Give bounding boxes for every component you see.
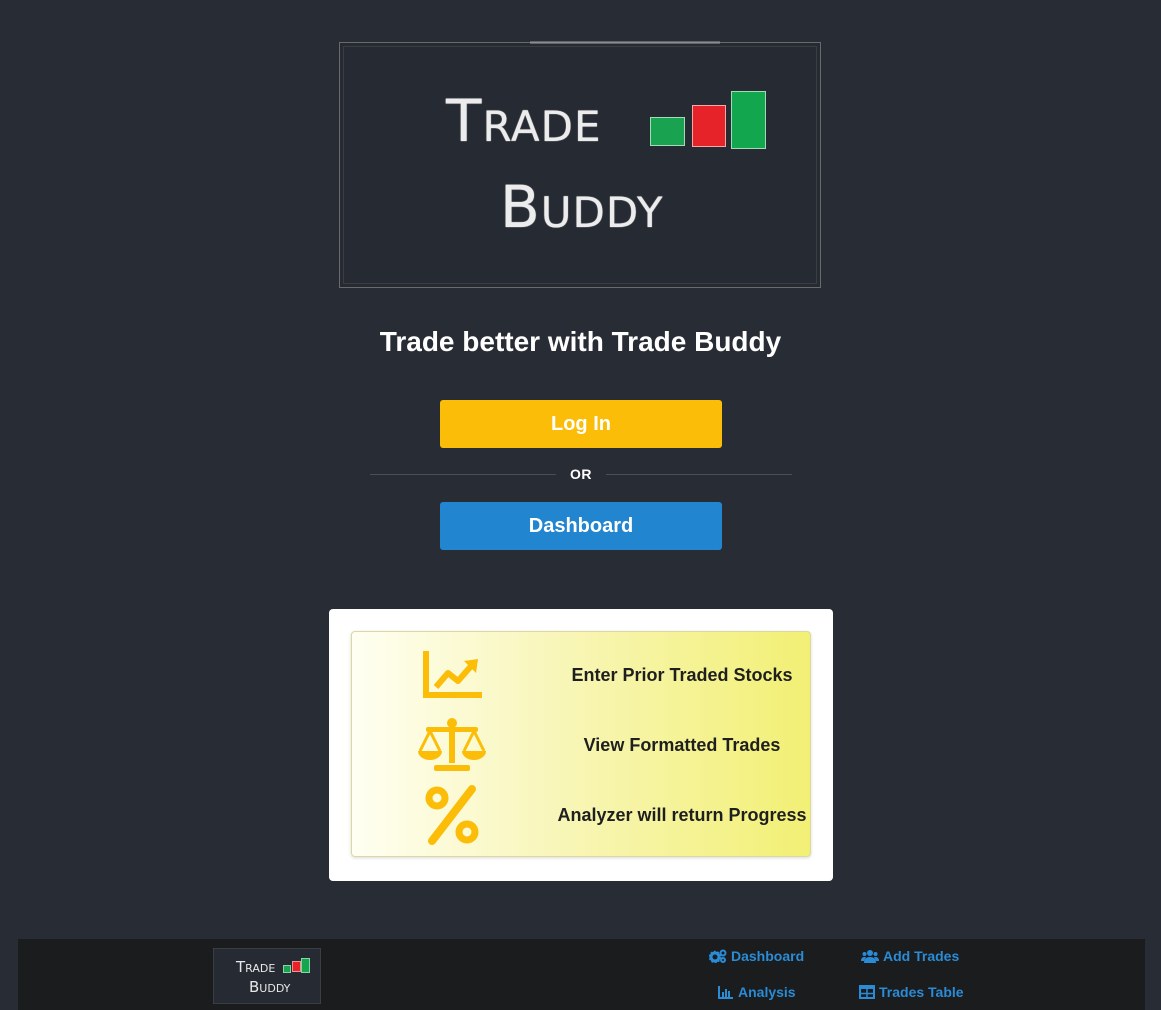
logo-word-trade: TRADE [446,87,602,155]
divider-line-right [606,474,792,475]
logo-word-buddy: BUDDY [500,173,664,241]
hero-tagline: Trade better with Trade Buddy [379,326,782,357]
footer-link-trades-table[interactable]: Trades Table [859,984,964,1000]
footer-link-label: Dashboard [731,948,805,964]
logo-bar-red [692,105,726,147]
feature-text: View Formatted Trades [583,734,781,755]
feature-item: Analyzer will return Progress [352,782,810,848]
line-chart-icon [414,642,490,708]
bar-chart-icon [718,985,734,999]
feature-list: Enter Prior Traded Stocks View Formatted… [351,631,811,857]
footer-link-label: Analysis [738,984,796,1000]
footer-logo-initial-t: T [236,958,246,976]
footer-logo[interactable]: TRADE BUDDY [213,948,321,1004]
logo-rest-uddy: UDDY [540,188,664,237]
login-button[interactable]: Log In [440,400,722,448]
hero-logo: TRADE BUDDY [339,41,821,288]
cogs-icon [709,949,727,963]
footer-logo-bar-red [292,961,301,972]
feature-text: Analyzer will return Progress [557,804,807,825]
balance-scale-icon [414,712,490,778]
footer-link-label: Trades Table [879,984,964,1000]
logo-bar-green-tall [731,91,766,149]
feature-item: Enter Prior Traded Stocks [352,642,810,708]
or-divider: OR [370,466,792,484]
footer: TRADE BUDDY Dashboard Add Trades Analysi… [18,939,1145,1010]
users-icon [861,949,879,963]
dashboard-button[interactable]: Dashboard [440,502,722,550]
footer-link-analysis[interactable]: Analysis [718,984,796,1000]
footer-logo-rest-uddy: UDDY [259,982,291,995]
footer-link-label: Add Trades [883,948,960,964]
feature-card: Enter Prior Traded Stocks View Formatted… [329,609,833,881]
feature-text: Enter Prior Traded Stocks [571,664,793,685]
footer-logo-bar-green-tall [301,958,310,973]
logo-bar-green-small [650,117,685,146]
table-icon [859,985,875,999]
logo-rest-rade: RADE [482,102,602,151]
logo-initial-b: B [500,173,541,241]
feature-item: View Formatted Trades [352,712,810,778]
footer-logo-trade: TRADE [236,958,275,976]
footer-link-dashboard[interactable]: Dashboard [709,948,804,964]
footer-link-add-trades[interactable]: Add Trades [861,948,959,964]
footer-logo-rest-rade: RADE [245,962,276,975]
footer-logo-buddy: BUDDY [249,978,290,996]
percent-icon [414,782,490,848]
footer-logo-bar-green-small [283,965,291,973]
logo-initial-t: T [446,87,483,155]
footer-logo-initial-b: B [249,978,260,996]
